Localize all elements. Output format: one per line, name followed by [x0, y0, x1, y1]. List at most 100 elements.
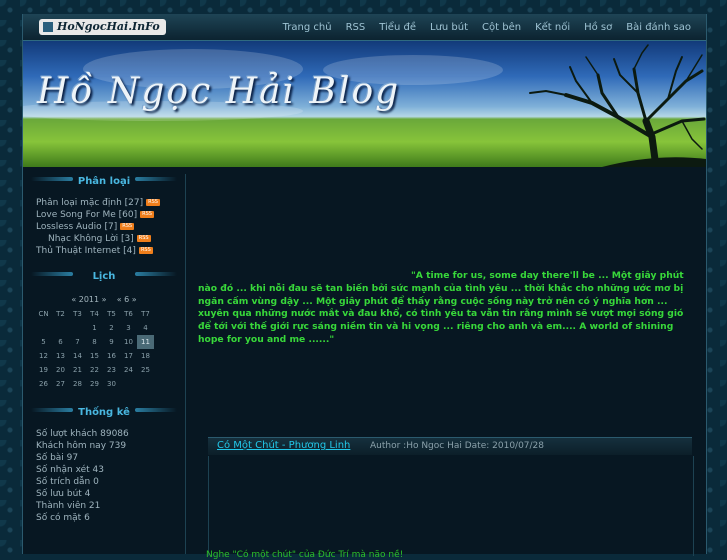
calendar-day: 18 — [141, 352, 150, 360]
category-item[interactable]: Thủ Thuật Internet [4] RSS — [23, 245, 185, 257]
weekday-label: T6 — [124, 310, 133, 318]
nav-titles[interactable]: Tiểu đề — [372, 14, 423, 40]
calendar-day: 19 — [39, 366, 48, 374]
calendar-day: 16 — [107, 352, 116, 360]
calendar-day: 2 — [109, 324, 114, 332]
logo-icon — [43, 22, 53, 32]
post-excerpt: Nghe "Có một chút" của Đức Trí mà não nề… — [206, 550, 404, 560]
category-label[interactable]: Phân loại mặc định [27] — [36, 198, 143, 208]
weekday-label: CN — [38, 310, 49, 318]
weekday-label: T4 — [90, 310, 99, 318]
calendar-day: 17 — [124, 352, 133, 360]
calendar-day — [137, 377, 154, 391]
site-logo[interactable]: HoNgocHai.InFo — [39, 19, 166, 35]
calendar-day: 26 — [39, 380, 48, 388]
calendar-weekday-row: CN T2 T3 T4 T5 T6 T7 — [35, 307, 154, 321]
category-label[interactable]: Lossless Audio [7] — [36, 222, 117, 232]
calendar-day: 1 — [92, 324, 97, 332]
calendar-week: 26 27 28 29 30 — [35, 377, 154, 391]
stats-heading: Thống kê — [23, 405, 185, 421]
stat-members: Thành viên 21 — [36, 501, 101, 511]
top-navigation-bar: HoNgocHai.InFo Trang chủ RSS Tiểu đề Lưu… — [23, 14, 706, 41]
calendar-day: 24 — [124, 366, 133, 374]
stat-trackbacks: Số trích dẫn 0 — [36, 477, 99, 487]
calendar-day: 25 — [141, 366, 150, 374]
stat-posts: Số bài 97 — [36, 453, 79, 463]
calendar-heading: Lịch — [23, 269, 185, 285]
calendar-day: 6 — [58, 338, 63, 346]
stat-online: Số có mặt 6 — [36, 513, 90, 523]
category-label[interactable]: Love Song For Me [60] — [36, 210, 137, 220]
page-wrapper: HoNgocHai.InFo Trang chủ RSS Tiểu đề Lưu… — [22, 14, 707, 560]
calendar-day: 5 — [41, 338, 46, 346]
calendar-day: 28 — [73, 380, 82, 388]
post-title-link[interactable]: Có Một Chút - Phương Linh — [217, 440, 350, 451]
nav-guestbook[interactable]: Lưu bút — [423, 14, 475, 40]
category-item[interactable]: Phân loại mặc định [27] RSS — [23, 197, 185, 209]
nav-links[interactable]: Kết nối — [528, 14, 577, 40]
calendar-day: 27 — [56, 380, 65, 388]
rss-icon[interactable]: RSS — [120, 223, 135, 230]
nav-rss[interactable]: RSS — [339, 14, 373, 40]
calendar-day: 21 — [73, 366, 82, 374]
calendar-day: 4 — [143, 324, 148, 332]
calendar-week: 19 20 21 22 23 24 25 — [35, 363, 154, 377]
calendar-day: 10 — [124, 338, 133, 346]
main-nav: Trang chủ RSS Tiểu đề Lưu bút Cột bên Kế… — [276, 14, 698, 40]
category-item[interactable]: Love Song For Me [60] RSS — [23, 209, 185, 221]
calendar-day: 15 — [90, 352, 99, 360]
calendar-day: 9 — [109, 338, 114, 346]
post-header: Có Một Chút - Phương Linh Author :Ho Ngo… — [208, 437, 692, 455]
calendar-day: 12 — [39, 352, 48, 360]
blog-title: Hồ Ngọc Hải Blog — [37, 71, 401, 112]
stat-visits: Số lượt khách 89086 — [36, 429, 129, 439]
tree-silhouette-icon — [529, 44, 706, 167]
nav-home[interactable]: Trang chủ — [276, 14, 339, 40]
calendar-week: 12 13 14 15 16 17 18 — [35, 349, 154, 363]
calendar-day: 30 — [107, 380, 116, 388]
calendar-day: 3 — [126, 324, 131, 332]
calendar-day — [35, 321, 52, 335]
nav-starred-posts[interactable]: Bài đánh sao — [619, 14, 698, 40]
rss-icon[interactable]: RSS — [136, 235, 151, 242]
calendar-day-today[interactable]: 11 — [137, 335, 154, 349]
category-item[interactable]: Nhạc Không Lời [3] RSS — [23, 233, 185, 245]
rss-icon[interactable]: RSS — [140, 211, 154, 218]
calendar-grid: CN T2 T3 T4 T5 T6 T7 1 2 3 4 5 6 7 8 9 1… — [35, 307, 154, 391]
stat-today: Khách hôm nay 739 — [36, 441, 127, 451]
weekday-label: T7 — [141, 310, 150, 318]
nav-profile[interactable]: Hồ sơ — [577, 14, 619, 40]
quote-first-line: "A time for us, some day there'll be ...… — [411, 270, 684, 281]
nav-sidebar[interactable]: Cột bên — [475, 14, 528, 40]
categories-heading: Phân loại — [23, 174, 185, 190]
calendar-day: 14 — [73, 352, 82, 360]
quote-body: nào đó ... khi nỗi đau sẽ tan biến bởi s… — [198, 282, 684, 345]
calendar-week: 5 6 7 8 9 10 11 — [35, 335, 154, 349]
calendar-day: 13 — [56, 352, 65, 360]
calendar-nav: « 2011 » « 6 » — [23, 293, 185, 307]
calendar-day: 22 — [90, 366, 99, 374]
weekday-label: T2 — [56, 310, 65, 318]
weekday-label: T5 — [107, 310, 116, 318]
calendar-year-nav[interactable]: « 2011 » — [71, 295, 106, 304]
calendar-day: 8 — [92, 338, 97, 346]
calendar-day — [52, 321, 69, 335]
calendar-day — [120, 377, 137, 391]
rss-icon[interactable]: RSS — [146, 199, 160, 206]
header-banner: Hồ Ngọc Hải Blog — [23, 41, 706, 167]
category-label[interactable]: Thủ Thuật Internet [4] — [36, 246, 136, 256]
category-label[interactable]: Nhạc Không Lời [3] — [48, 234, 134, 244]
sidebar: Phân loại Phân loại mặc định [27] RSS Lov… — [23, 174, 186, 554]
stat-comments: Số nhận xét 43 — [36, 465, 104, 475]
calendar-day: 23 — [107, 366, 116, 374]
weekday-label: T3 — [73, 310, 82, 318]
post-body — [208, 456, 694, 556]
calendar-day: 7 — [75, 338, 80, 346]
stat-guestbook: Số lưu bút 4 — [36, 489, 91, 499]
calendar-month-nav[interactable]: « 6 » — [117, 295, 137, 304]
category-item[interactable]: Lossless Audio [7] RSS — [23, 221, 185, 233]
logo-text: HoNgocHai.InFo — [57, 20, 160, 33]
calendar-day — [69, 321, 86, 335]
quote-text: "A time for us, some day there'll be ...… — [198, 270, 693, 347]
rss-icon[interactable]: RSS — [138, 247, 153, 254]
